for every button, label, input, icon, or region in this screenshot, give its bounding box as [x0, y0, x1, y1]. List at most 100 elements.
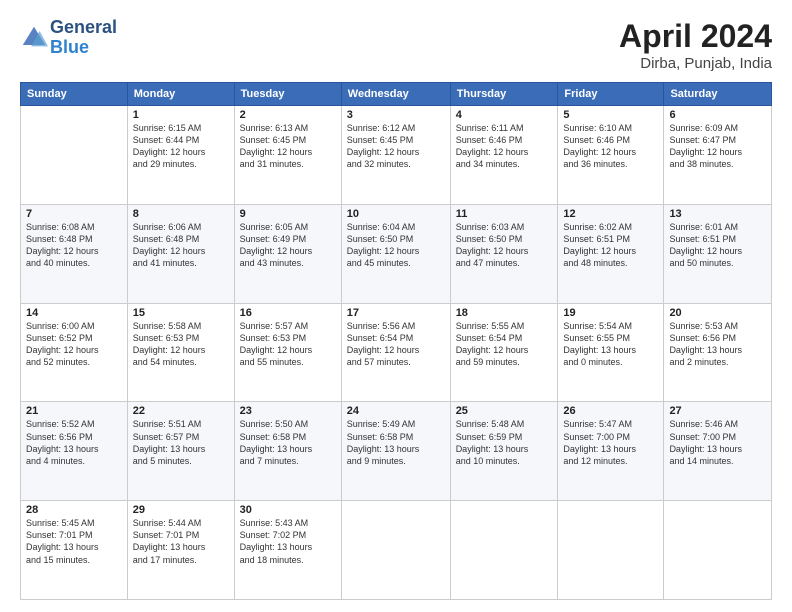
day-number: 19	[563, 307, 658, 319]
calendar-cell	[21, 106, 128, 205]
day-info: Sunrise: 6:04 AM Sunset: 6:50 PM Dayligh…	[347, 221, 445, 270]
day-number: 7	[26, 208, 122, 220]
day-number: 18	[456, 307, 553, 319]
day-number: 30	[240, 504, 336, 516]
calendar-week-2: 7Sunrise: 6:08 AM Sunset: 6:48 PM Daylig…	[21, 204, 772, 303]
day-info: Sunrise: 6:13 AM Sunset: 6:45 PM Dayligh…	[240, 122, 336, 171]
day-number: 29	[133, 504, 229, 516]
day-number: 1	[133, 109, 229, 121]
logo: General Blue	[20, 18, 117, 58]
day-info: Sunrise: 5:47 AM Sunset: 7:00 PM Dayligh…	[563, 418, 658, 467]
day-info: Sunrise: 5:46 AM Sunset: 7:00 PM Dayligh…	[669, 418, 766, 467]
day-number: 20	[669, 307, 766, 319]
title-block: April 2024 Dirba, Punjab, India	[619, 18, 772, 72]
calendar-week-3: 14Sunrise: 6:00 AM Sunset: 6:52 PM Dayli…	[21, 303, 772, 402]
calendar-cell: 25Sunrise: 5:48 AM Sunset: 6:59 PM Dayli…	[450, 402, 558, 501]
calendar-cell	[341, 501, 450, 600]
day-info: Sunrise: 5:52 AM Sunset: 6:56 PM Dayligh…	[26, 418, 122, 467]
location: Dirba, Punjab, India	[619, 55, 772, 72]
day-number: 24	[347, 405, 445, 417]
page: General Blue April 2024 Dirba, Punjab, I…	[0, 0, 792, 612]
calendar-cell: 22Sunrise: 5:51 AM Sunset: 6:57 PM Dayli…	[127, 402, 234, 501]
calendar-cell: 8Sunrise: 6:06 AM Sunset: 6:48 PM Daylig…	[127, 204, 234, 303]
day-number: 9	[240, 208, 336, 220]
header-row: Sunday Monday Tuesday Wednesday Thursday…	[21, 83, 772, 106]
calendar-cell: 18Sunrise: 5:55 AM Sunset: 6:54 PM Dayli…	[450, 303, 558, 402]
col-monday: Monday	[127, 83, 234, 106]
day-info: Sunrise: 5:58 AM Sunset: 6:53 PM Dayligh…	[133, 320, 229, 369]
day-number: 15	[133, 307, 229, 319]
day-number: 13	[669, 208, 766, 220]
day-info: Sunrise: 6:00 AM Sunset: 6:52 PM Dayligh…	[26, 320, 122, 369]
calendar-cell: 12Sunrise: 6:02 AM Sunset: 6:51 PM Dayli…	[558, 204, 664, 303]
day-number: 8	[133, 208, 229, 220]
day-info: Sunrise: 5:49 AM Sunset: 6:58 PM Dayligh…	[347, 418, 445, 467]
calendar-cell: 21Sunrise: 5:52 AM Sunset: 6:56 PM Dayli…	[21, 402, 128, 501]
calendar-cell: 16Sunrise: 5:57 AM Sunset: 6:53 PM Dayli…	[234, 303, 341, 402]
day-info: Sunrise: 6:11 AM Sunset: 6:46 PM Dayligh…	[456, 122, 553, 171]
day-number: 17	[347, 307, 445, 319]
day-info: Sunrise: 6:12 AM Sunset: 6:45 PM Dayligh…	[347, 122, 445, 171]
calendar-header: Sunday Monday Tuesday Wednesday Thursday…	[21, 83, 772, 106]
col-saturday: Saturday	[664, 83, 772, 106]
day-number: 4	[456, 109, 553, 121]
header: General Blue April 2024 Dirba, Punjab, I…	[20, 18, 772, 72]
calendar-cell: 9Sunrise: 6:05 AM Sunset: 6:49 PM Daylig…	[234, 204, 341, 303]
calendar-week-4: 21Sunrise: 5:52 AM Sunset: 6:56 PM Dayli…	[21, 402, 772, 501]
calendar-cell: 30Sunrise: 5:43 AM Sunset: 7:02 PM Dayli…	[234, 501, 341, 600]
day-number: 3	[347, 109, 445, 121]
day-info: Sunrise: 5:53 AM Sunset: 6:56 PM Dayligh…	[669, 320, 766, 369]
calendar-cell: 28Sunrise: 5:45 AM Sunset: 7:01 PM Dayli…	[21, 501, 128, 600]
calendar-cell: 27Sunrise: 5:46 AM Sunset: 7:00 PM Dayli…	[664, 402, 772, 501]
day-number: 6	[669, 109, 766, 121]
day-info: Sunrise: 5:55 AM Sunset: 6:54 PM Dayligh…	[456, 320, 553, 369]
day-info: Sunrise: 6:02 AM Sunset: 6:51 PM Dayligh…	[563, 221, 658, 270]
logo-icon	[20, 24, 48, 52]
col-sunday: Sunday	[21, 83, 128, 106]
day-number: 2	[240, 109, 336, 121]
calendar-cell: 4Sunrise: 6:11 AM Sunset: 6:46 PM Daylig…	[450, 106, 558, 205]
calendar-cell	[450, 501, 558, 600]
day-number: 14	[26, 307, 122, 319]
calendar-cell: 7Sunrise: 6:08 AM Sunset: 6:48 PM Daylig…	[21, 204, 128, 303]
calendar-cell: 15Sunrise: 5:58 AM Sunset: 6:53 PM Dayli…	[127, 303, 234, 402]
day-number: 12	[563, 208, 658, 220]
calendar-cell: 10Sunrise: 6:04 AM Sunset: 6:50 PM Dayli…	[341, 204, 450, 303]
calendar-cell: 3Sunrise: 6:12 AM Sunset: 6:45 PM Daylig…	[341, 106, 450, 205]
month-title: April 2024	[619, 18, 772, 55]
calendar-cell: 13Sunrise: 6:01 AM Sunset: 6:51 PM Dayli…	[664, 204, 772, 303]
calendar-cell	[664, 501, 772, 600]
logo-text: General Blue	[50, 18, 117, 58]
calendar-cell: 24Sunrise: 5:49 AM Sunset: 6:58 PM Dayli…	[341, 402, 450, 501]
day-info: Sunrise: 5:51 AM Sunset: 6:57 PM Dayligh…	[133, 418, 229, 467]
day-info: Sunrise: 6:10 AM Sunset: 6:46 PM Dayligh…	[563, 122, 658, 171]
day-info: Sunrise: 5:54 AM Sunset: 6:55 PM Dayligh…	[563, 320, 658, 369]
day-number: 5	[563, 109, 658, 121]
day-info: Sunrise: 6:06 AM Sunset: 6:48 PM Dayligh…	[133, 221, 229, 270]
calendar-cell	[558, 501, 664, 600]
day-info: Sunrise: 5:45 AM Sunset: 7:01 PM Dayligh…	[26, 517, 122, 566]
col-thursday: Thursday	[450, 83, 558, 106]
day-info: Sunrise: 5:43 AM Sunset: 7:02 PM Dayligh…	[240, 517, 336, 566]
calendar-cell: 2Sunrise: 6:13 AM Sunset: 6:45 PM Daylig…	[234, 106, 341, 205]
day-number: 11	[456, 208, 553, 220]
calendar-cell: 23Sunrise: 5:50 AM Sunset: 6:58 PM Dayli…	[234, 402, 341, 501]
calendar-cell: 17Sunrise: 5:56 AM Sunset: 6:54 PM Dayli…	[341, 303, 450, 402]
day-info: Sunrise: 6:03 AM Sunset: 6:50 PM Dayligh…	[456, 221, 553, 270]
day-number: 23	[240, 405, 336, 417]
col-friday: Friday	[558, 83, 664, 106]
day-number: 27	[669, 405, 766, 417]
day-number: 28	[26, 504, 122, 516]
day-info: Sunrise: 6:01 AM Sunset: 6:51 PM Dayligh…	[669, 221, 766, 270]
day-number: 10	[347, 208, 445, 220]
day-number: 21	[26, 405, 122, 417]
day-info: Sunrise: 5:57 AM Sunset: 6:53 PM Dayligh…	[240, 320, 336, 369]
day-info: Sunrise: 6:09 AM Sunset: 6:47 PM Dayligh…	[669, 122, 766, 171]
calendar-body: 1Sunrise: 6:15 AM Sunset: 6:44 PM Daylig…	[21, 106, 772, 600]
day-info: Sunrise: 5:44 AM Sunset: 7:01 PM Dayligh…	[133, 517, 229, 566]
calendar-cell: 19Sunrise: 5:54 AM Sunset: 6:55 PM Dayli…	[558, 303, 664, 402]
calendar-table: Sunday Monday Tuesday Wednesday Thursday…	[20, 82, 772, 600]
day-number: 25	[456, 405, 553, 417]
col-tuesday: Tuesday	[234, 83, 341, 106]
calendar-cell: 11Sunrise: 6:03 AM Sunset: 6:50 PM Dayli…	[450, 204, 558, 303]
